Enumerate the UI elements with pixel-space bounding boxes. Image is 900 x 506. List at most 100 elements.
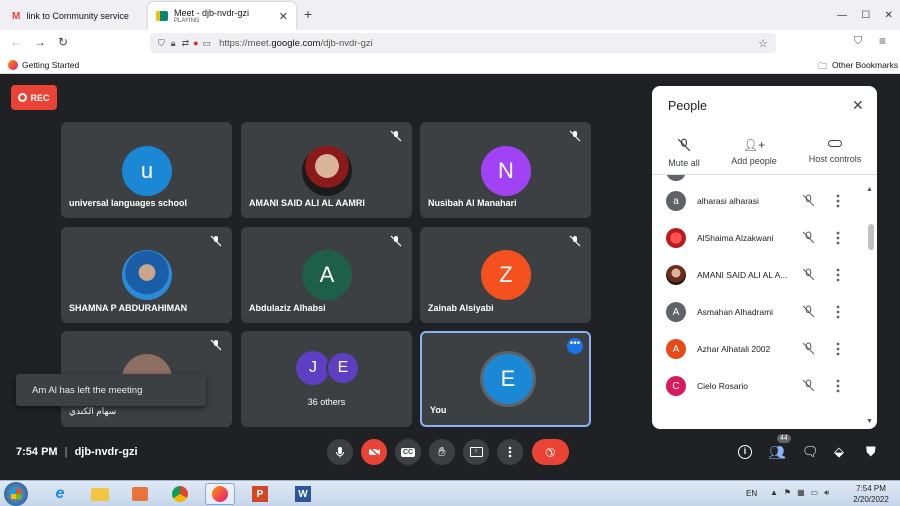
close-icon[interactable]: ✕	[852, 97, 864, 114]
people-icon[interactable]: 👥︎	[768, 444, 786, 461]
avatar: u	[122, 146, 172, 196]
reload-icon[interactable]: ↻	[58, 35, 68, 49]
microphone-permission-icon[interactable]: ●	[193, 38, 198, 48]
list-item-partial	[666, 175, 686, 181]
list-item[interactable]: AMANI SAID ALI AL A...	[652, 257, 872, 293]
tab-subtitle: PLAYING	[174, 17, 200, 24]
list-item[interactable]: C Cielo Rosario	[652, 368, 872, 404]
self-tile[interactable]: ••• E You	[420, 331, 591, 427]
bookmark-other[interactable]: Other Bookmarks	[832, 60, 898, 70]
tray-chevron-icon[interactable]: ▲	[770, 488, 778, 498]
camera-permission-icon[interactable]: ▭	[203, 38, 212, 49]
url-prefix: https://meet.	[219, 37, 272, 49]
close-tab-icon[interactable]: ✕	[279, 10, 288, 23]
list-item[interactable]: a alharasi alharasi	[652, 183, 872, 219]
present-button[interactable]: ↑	[463, 439, 489, 465]
folder-icon: 🗀	[818, 61, 828, 71]
new-tab-button[interactable]: +	[304, 6, 312, 22]
mic-off-icon	[802, 379, 815, 392]
list-scrollbar[interactable]	[868, 224, 874, 250]
host-controls-icon[interactable]: ⛊	[866, 444, 876, 460]
tab-meet[interactable]: Meet - djb-nvdr-gzi PLAYING ✕	[148, 2, 296, 30]
taskbar-powerpoint[interactable]: P	[245, 483, 275, 505]
taskbar-word[interactable]: W	[288, 483, 318, 505]
more-vert-icon[interactable]	[835, 193, 841, 209]
captions-button[interactable]: CC	[395, 439, 421, 465]
permissions-icon[interactable]: ⇄	[182, 38, 190, 49]
participant-tile[interactable]: SHAMNA P ABDURAHIMAN	[61, 227, 232, 323]
scroll-down-icon[interactable]: ▼	[866, 418, 873, 425]
list-item[interactable]: AlShaima Alzakwani	[652, 220, 872, 256]
participant-tile[interactable]: Z Zainab Alsiyabi	[420, 227, 591, 323]
info-icon[interactable]: i	[738, 445, 752, 459]
more-options-button[interactable]	[497, 439, 523, 465]
others-tile[interactable]: J E 36 others	[241, 331, 412, 427]
microphone-button[interactable]	[327, 439, 353, 465]
battery-icon[interactable]: ▭	[811, 488, 819, 498]
bookmarks-bar: Getting Started 🗀 Other Bookmarks	[0, 56, 900, 74]
mic-off-icon	[677, 138, 691, 152]
more-vert-icon[interactable]	[835, 341, 841, 357]
mute-all-label: Mute all	[668, 158, 700, 168]
activities-icon[interactable]: ⬙	[834, 444, 844, 460]
word-icon: W	[295, 486, 311, 502]
folder-icon	[91, 487, 109, 501]
language-indicator[interactable]: EN	[746, 489, 757, 498]
person-name: Cielo Rosario	[697, 381, 749, 391]
avatar: a	[666, 191, 686, 211]
more-vert-icon[interactable]	[835, 304, 841, 320]
more-vert-icon[interactable]	[835, 267, 841, 283]
camera-button[interactable]	[361, 439, 387, 465]
volume-icon[interactable]: 🔊︎	[824, 488, 829, 498]
maximize-icon[interactable]: ☐	[861, 10, 870, 21]
list-item[interactable]: A Azhar Alhatali 2002	[652, 331, 872, 367]
separator: |	[64, 446, 68, 458]
leave-call-button[interactable]: ✆	[532, 439, 569, 465]
mic-off-icon	[802, 231, 815, 244]
menu-icon[interactable]: ≡	[879, 34, 886, 48]
close-window-icon[interactable]: ✕	[884, 10, 892, 21]
network-icon[interactable]: ▦	[797, 488, 805, 498]
avatar	[666, 228, 686, 248]
forward-icon[interactable]: →	[34, 35, 46, 49]
more-vert-icon[interactable]	[835, 230, 841, 246]
scroll-up-icon[interactable]: ▲	[866, 186, 873, 193]
raise-hand-button[interactable]: ✋︎	[429, 439, 455, 465]
taskbar-chrome[interactable]	[165, 483, 195, 505]
list-item[interactable]: A Asmahan Alhadrami	[652, 294, 872, 330]
clock-time: 7:54 PM	[856, 484, 886, 493]
minimize-icon[interactable]: —	[837, 10, 847, 21]
taskbar-firefox[interactable]	[205, 483, 235, 505]
address-bar[interactable]: ⛉ 🔒︎ ⇄ ● ▭ https://meet.google.com/djb-n…	[150, 33, 776, 53]
avatar	[666, 265, 686, 285]
avatar: E	[326, 351, 360, 385]
mic-off-icon	[210, 339, 222, 351]
window-controls: — ☐ ✕	[830, 0, 900, 30]
mute-all-button[interactable]: Mute all	[664, 138, 704, 168]
host-controls-button[interactable]: Host controls	[802, 138, 868, 164]
bookmark-getting-started[interactable]: Getting Started	[22, 60, 79, 70]
tab-community-service[interactable]: M link to Community service - e...	[4, 2, 144, 30]
captions-icon: CC	[400, 447, 416, 457]
participant-tile[interactable]: AMANI SAID ALI AL AAMRI	[241, 122, 412, 218]
add-people-button[interactable]: 👤︎+ Add people	[724, 138, 784, 166]
pocket-icon[interactable]: ⛉	[854, 35, 862, 48]
navigation-bar: ← → ↻ ⛉ 🔒︎ ⇄ ● ▭ https://meet.google.com…	[0, 30, 900, 56]
taskbar-explorer[interactable]	[85, 483, 115, 505]
participant-tile[interactable]: A Abdulaziz Alhabsi	[241, 227, 412, 323]
more-options-icon[interactable]: •••	[567, 338, 583, 354]
flag-icon[interactable]: ⚑	[784, 488, 791, 498]
taskbar-media[interactable]	[125, 483, 155, 505]
bookmark-star-icon[interactable]: ☆	[758, 37, 768, 50]
recording-indicator[interactable]: REC	[11, 85, 57, 110]
participant-tile[interactable]: N Nusibah Al Manahari	[420, 122, 591, 218]
clock[interactable]: 7:54 PM 2/20/2022	[846, 483, 896, 505]
start-button[interactable]	[4, 482, 28, 506]
back-icon[interactable]: ←	[10, 35, 22, 49]
more-vert-icon[interactable]	[835, 378, 841, 394]
taskbar-ie[interactable]: e	[45, 483, 75, 505]
toggle-icon	[828, 140, 842, 147]
mic-off-icon	[569, 130, 581, 142]
chat-icon[interactable]: 🗨︎	[802, 444, 819, 460]
participant-tile[interactable]: u universal languages school	[61, 122, 232, 218]
